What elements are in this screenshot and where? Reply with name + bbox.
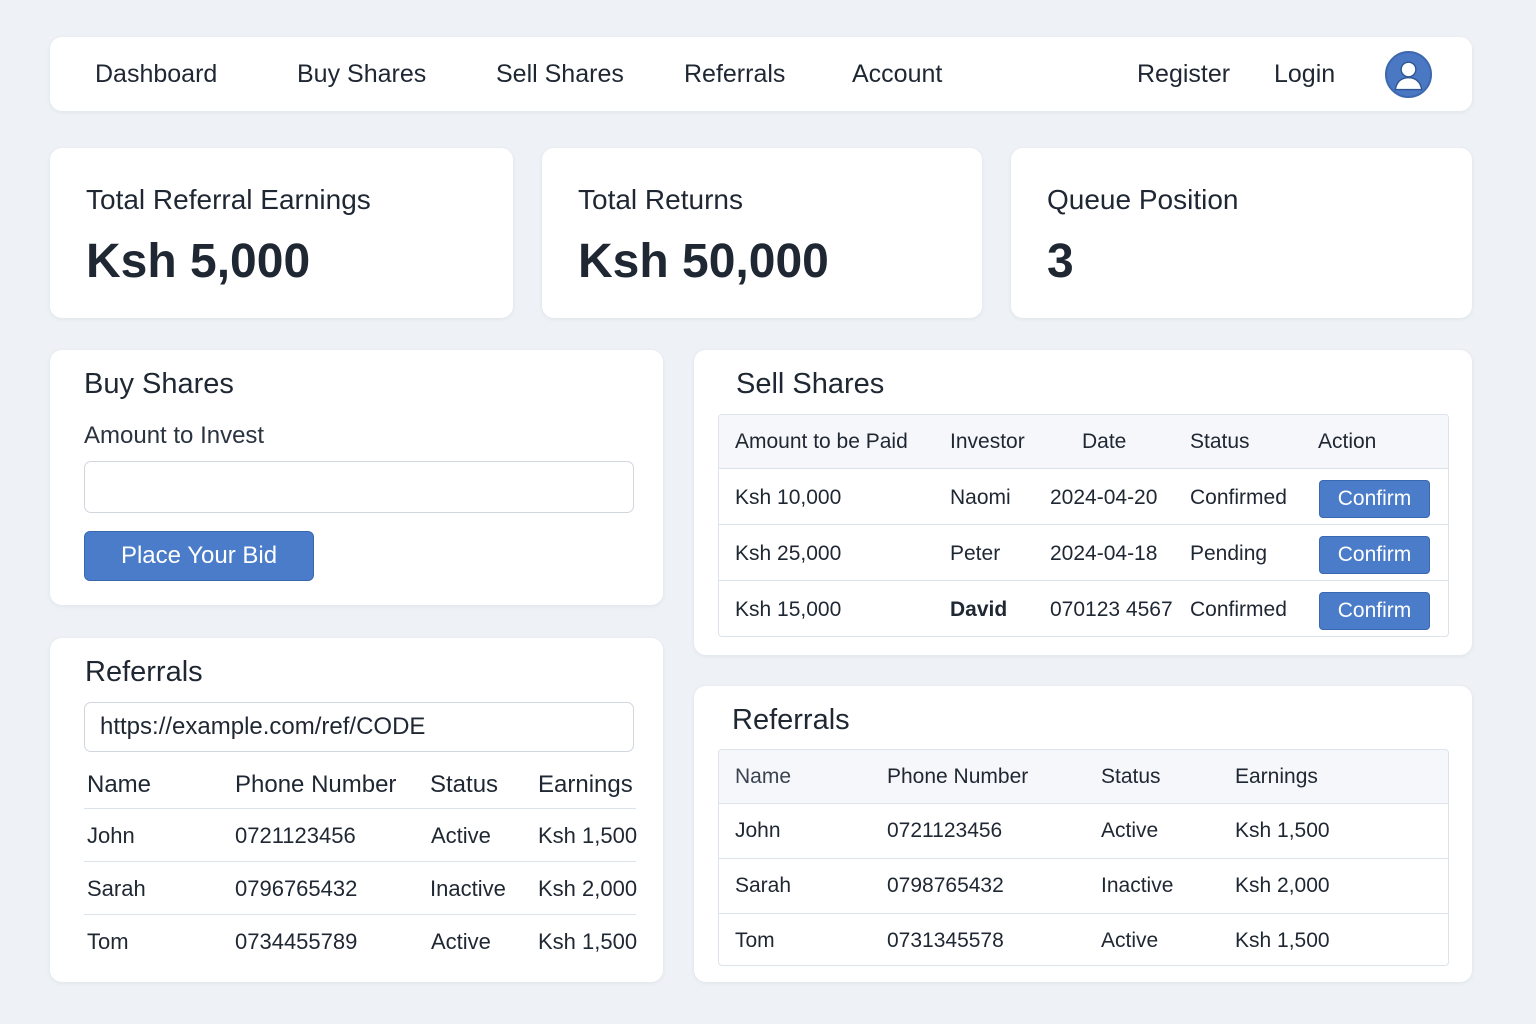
queue-position-label: Queue Position: [1047, 184, 1239, 215]
amount-to-invest-input[interactable]: [84, 461, 634, 513]
table-header: Name Phone Number Status Earnings: [84, 765, 636, 809]
referrals-card-right: Referrals Name Phone Number Status Earni…: [694, 686, 1472, 982]
cell-phone: 0796765432: [235, 876, 358, 901]
nav-sell-shares[interactable]: Sell Shares: [496, 59, 624, 89]
table-row: Ksh 15,000 David 070123 4567 Confirmed C…: [719, 581, 1448, 636]
nav-dashboard[interactable]: Dashboard: [95, 59, 217, 89]
cell-status: Confirmed: [1190, 486, 1287, 509]
cell-investor: Peter: [950, 542, 1001, 565]
cell-status: Active: [1101, 819, 1159, 842]
cell-status: Inactive: [1101, 874, 1174, 897]
table-row: Tom 0731345578 Active Ksh 1,500: [719, 914, 1448, 965]
cell-status: Active: [1101, 929, 1159, 952]
cell-amount: Ksh 10,000: [735, 486, 842, 509]
table-row: Ksh 10,000 Naomi 2024-04-20 Confirmed Co…: [719, 469, 1448, 525]
header-status: Status: [1101, 765, 1161, 788]
buy-shares-card: Buy Shares Amount to Invest Place Your B…: [50, 350, 663, 605]
header-status: Status: [430, 771, 499, 798]
cell-earnings: Ksh 1,500: [1235, 819, 1330, 842]
table-row: Sarah 0796765432 Inactive Ksh 2,000: [84, 862, 638, 915]
referral-earnings-label: Total Referral Earnings: [86, 184, 371, 215]
total-returns-label: Total Returns: [578, 184, 743, 215]
nav-account[interactable]: Account: [852, 59, 942, 89]
cell-earnings: Ksh 1,500: [538, 929, 638, 954]
cell-earnings: Ksh 2,000: [1235, 874, 1330, 897]
nav-referrals[interactable]: Referrals: [684, 59, 785, 89]
cell-earnings: Ksh 1,500: [1235, 929, 1330, 952]
cell-status: Pending: [1190, 542, 1268, 565]
header-earnings: Earnings: [1235, 765, 1318, 788]
referral-earnings-value: Ksh 5,000: [86, 235, 311, 288]
referral-link-field[interactable]: [84, 702, 634, 752]
cell-phone: 0731345578: [887, 929, 1004, 952]
cell-phone: 0734455789: [235, 929, 358, 954]
cell-name: Sarah: [735, 874, 792, 897]
table-header: Name Phone Number Status Earnings: [719, 750, 1448, 804]
user-avatar-icon[interactable]: [1385, 51, 1432, 98]
cell-investor: David: [950, 598, 1008, 621]
cell-amount: Ksh 25,000: [735, 542, 842, 565]
cell-phone: 0721123456: [235, 823, 356, 848]
buy-shares-title: Buy Shares: [84, 368, 234, 400]
queue-position-value: 3: [1047, 235, 1074, 288]
total-returns-value: Ksh 50,000: [578, 235, 829, 288]
header-status: Status: [1190, 430, 1250, 453]
header-date: Date: [1082, 430, 1127, 453]
top-nav: Dashboard Buy Shares Sell Shares Referra…: [50, 37, 1472, 111]
cell-phone: 0721123456: [887, 819, 1003, 842]
cell-date: 070123 4567: [1050, 598, 1173, 621]
header-earnings: Earnings: [538, 771, 633, 798]
header-amount: Amount to be Paid: [735, 430, 908, 453]
sell-shares-title: Sell Shares: [736, 368, 885, 400]
nav-buy-shares[interactable]: Buy Shares: [297, 59, 426, 89]
cell-status: Active: [431, 929, 491, 954]
cell-status: Active: [431, 823, 491, 848]
confirm-button[interactable]: Confirm: [1319, 592, 1430, 630]
cell-investor: Naomi: [950, 486, 1011, 509]
referrals-title: Referrals: [732, 704, 850, 736]
total-returns-card: Total Returns Ksh 50,000: [542, 148, 982, 318]
cell-name: Tom: [87, 929, 129, 954]
header-phone: Phone Number: [887, 765, 1029, 788]
queue-position-card: Queue Position 3: [1011, 148, 1472, 318]
cell-earnings: Ksh 2,000: [538, 876, 638, 901]
table-row: John 0721123456 Active Ksh 1,500: [84, 809, 638, 862]
confirm-button[interactable]: Confirm: [1319, 536, 1430, 574]
header-action: Action: [1318, 430, 1377, 453]
sell-shares-card: Sell Shares Amount to be Paid Investor D…: [694, 350, 1472, 655]
table-row: John 0721123456 Active Ksh 1,500: [719, 804, 1448, 859]
table-row: Tom 0734455789 Active Ksh 1,500: [84, 915, 638, 968]
header-name: Name: [735, 765, 792, 788]
table-row: Ksh 25,000 Peter 2024-04-18 Pending Conf…: [719, 525, 1448, 581]
cell-status: Inactive: [430, 876, 506, 901]
referrals-table: Name Phone Number Status Earnings John 0…: [718, 749, 1449, 966]
referrals-card-left: Referrals Name Phone Number Status Earni…: [50, 638, 663, 982]
referrals-title: Referrals: [85, 656, 203, 688]
cell-name: John: [735, 819, 781, 842]
place-bid-button[interactable]: Place Your Bid: [84, 531, 314, 581]
cell-name: Sarah: [87, 876, 146, 901]
header-name: Name: [87, 771, 152, 798]
cell-earnings: Ksh 1,500: [538, 823, 638, 848]
cell-date: 2024-04-20: [1050, 486, 1158, 509]
nav-register[interactable]: Register: [1137, 59, 1230, 89]
cell-phone: 0798765432: [887, 874, 1004, 897]
header-investor: Investor: [950, 430, 1025, 453]
referral-earnings-card: Total Referral Earnings Ksh 5,000: [50, 148, 513, 318]
cell-amount: Ksh 15,000: [735, 598, 842, 621]
amount-to-invest-label: Amount to Invest: [84, 422, 265, 449]
table-row: Sarah 0798765432 Inactive Ksh 2,000: [719, 859, 1448, 914]
table-header: Amount to be Paid Investor Date Status A…: [719, 415, 1448, 469]
cell-date: 2024-04-18: [1050, 542, 1158, 565]
cell-status: Confirmed: [1190, 598, 1287, 621]
nav-login[interactable]: Login: [1274, 59, 1335, 89]
sell-shares-table: Amount to be Paid Investor Date Status A…: [718, 414, 1449, 637]
confirm-button[interactable]: Confirm: [1319, 480, 1430, 518]
cell-name: Tom: [735, 929, 775, 952]
cell-name: John: [87, 823, 135, 848]
header-phone: Phone Number: [235, 771, 397, 798]
